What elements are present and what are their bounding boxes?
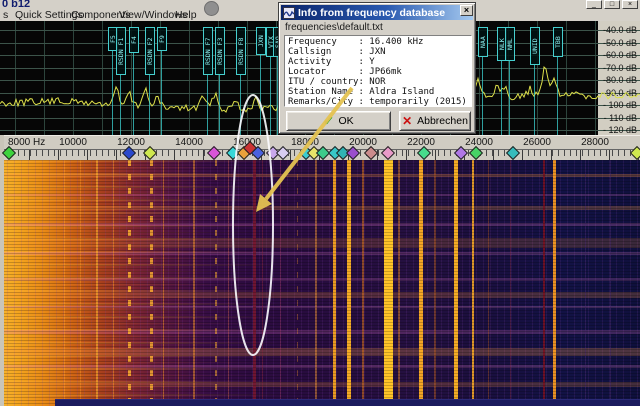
x-icon: ✕ xyxy=(402,114,412,128)
station-marker-line xyxy=(120,75,121,135)
close-button[interactable]: × xyxy=(622,0,638,9)
station-marker-line xyxy=(149,75,150,135)
app-icon xyxy=(283,7,295,19)
freq-tick-label: 28000 xyxy=(581,137,609,148)
freq-tick-label: 26000 xyxy=(523,137,551,148)
station-marker-line xyxy=(557,57,558,135)
database-file-label: frequencies\default.txt xyxy=(285,22,383,33)
station-marker-line xyxy=(207,75,208,135)
freq-tick-label: 24000 xyxy=(465,137,493,148)
station-marker-line xyxy=(133,53,134,135)
station-marker-line xyxy=(219,75,220,135)
freq-tick-label: 8000 Hz xyxy=(8,137,45,148)
station-marker-line xyxy=(534,65,535,135)
window-title: 0 b12 xyxy=(2,0,30,9)
frequency-info-dialog: Info from frequency database × frequenci… xyxy=(278,2,476,134)
dialog-title-bar[interactable]: Info from frequency database xyxy=(281,5,473,20)
freq-tick-label: 14000 xyxy=(175,137,203,148)
menu-item-help[interactable]: Help xyxy=(175,9,197,21)
station-marker-line xyxy=(112,51,113,135)
station-label-tbb[interactable]: TBB xyxy=(553,27,563,57)
check-icon: ✔ xyxy=(323,114,333,128)
station-marker-line xyxy=(509,61,510,135)
station-marker-line xyxy=(482,57,483,135)
spectrum-lab-window: 0 b12 _ □ × sQuick SettingsComponentsVie… xyxy=(0,0,640,406)
waterfall-scanlines xyxy=(0,160,640,406)
status-blob-icon[interactable] xyxy=(204,1,219,16)
abbrechen-label: Abbrechen xyxy=(417,115,468,127)
station-label-f9[interactable]: F9 xyxy=(157,27,167,51)
freq-tick-label: 22000 xyxy=(407,137,435,148)
station-marker-line xyxy=(161,51,162,135)
station-label-rsdn-f7[interactable]: RSDN F7 xyxy=(203,27,213,75)
freq-tick-label: 12000 xyxy=(117,137,145,148)
station-label-rsdn-f3[interactable]: RSDN F3 xyxy=(215,27,225,75)
station-info-text: Frequency : 16.400 kHz Callsign : JXN Ac… xyxy=(284,35,472,107)
waterfall-bottom-strip xyxy=(55,399,640,406)
station-label-rsdn-f8[interactable]: RSDN F8 xyxy=(236,27,246,75)
restore-button[interactable]: □ xyxy=(604,0,620,9)
freq-tick-label: 10000 xyxy=(59,137,87,148)
abbrechen-button[interactable]: ✕ Abbrechen xyxy=(399,111,471,131)
station-label-rsdn-f2[interactable]: RSDN F2 xyxy=(145,27,155,75)
station-marker-line xyxy=(501,61,502,135)
waterfall-display[interactable] xyxy=(0,160,640,406)
station-marker-line xyxy=(240,75,241,135)
dialog-close-icon[interactable]: × xyxy=(460,5,473,16)
station-label-nml[interactable]: NML xyxy=(505,27,515,61)
minimize-button[interactable]: _ xyxy=(586,0,602,9)
menu-item-s[interactable]: s xyxy=(3,9,8,21)
station-label-jxn[interactable]: JXN xyxy=(256,27,266,55)
station-marker-line xyxy=(270,57,271,135)
window-left-border xyxy=(0,135,4,406)
station-marker-line xyxy=(260,55,261,135)
dialog-title: Info from frequency database xyxy=(298,7,445,19)
station-label-rsdn-f1[interactable]: RSDN F1 xyxy=(116,27,126,75)
station-label-f4[interactable]: F4 xyxy=(129,27,139,53)
ok-label: OK xyxy=(338,115,353,127)
station-label-unid[interactable]: UNID xyxy=(530,27,540,65)
station-label-naa[interactable]: NAA xyxy=(478,27,488,57)
ok-button[interactable]: ✔ OK xyxy=(286,111,391,131)
